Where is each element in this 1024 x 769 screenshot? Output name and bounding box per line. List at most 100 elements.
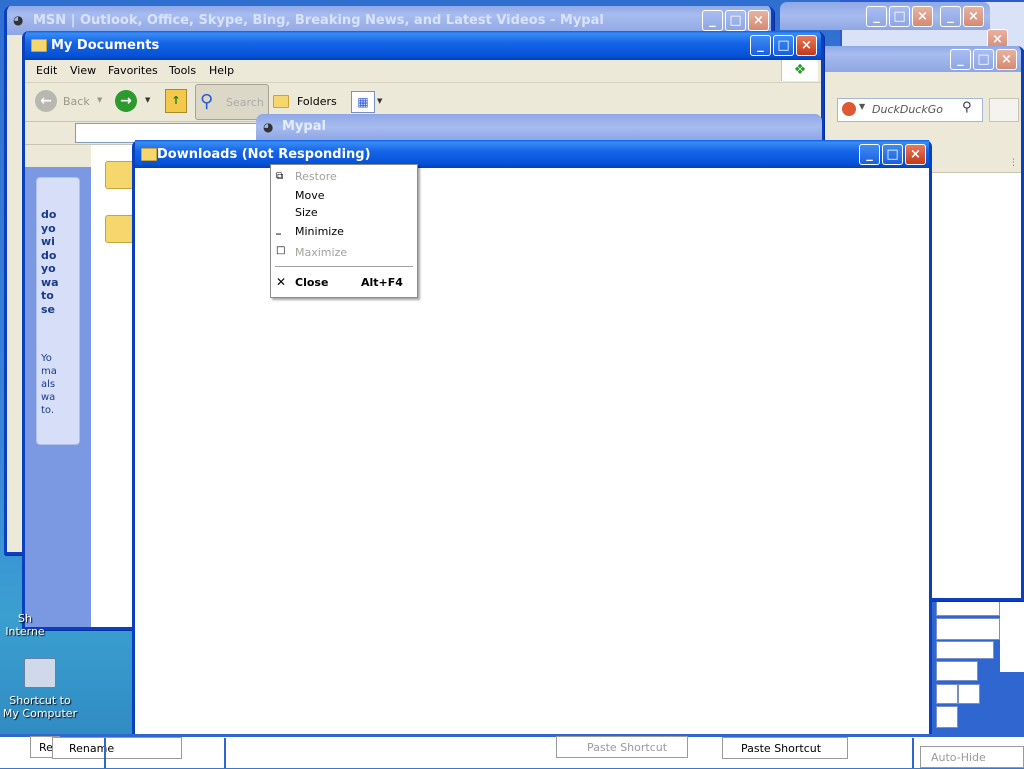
menu-help[interactable]: Help xyxy=(209,64,234,77)
views-button[interactable]: ▦ xyxy=(351,91,375,113)
folders-button[interactable]: Folders xyxy=(273,90,343,114)
minimize-icon: _ xyxy=(757,38,764,53)
task-pane-line: to xyxy=(41,289,54,302)
task-pane-line: do xyxy=(41,208,57,221)
ghost-button-paste2[interactable]: Paste Shortcut xyxy=(722,737,848,759)
task-pane-line: Yo xyxy=(41,353,52,364)
desktop-icon-label: Shortcut to My Computer xyxy=(2,694,78,720)
mypal-titlebar[interactable]: ◕ Mypal xyxy=(256,114,822,140)
close-icon: × xyxy=(968,9,979,24)
search-label: Search xyxy=(226,96,264,109)
ghost-cell xyxy=(936,684,958,704)
menu-item-maximize[interactable]: Maximize xyxy=(295,246,347,259)
maximize-icon: □ xyxy=(886,147,899,162)
search-engine-dropdown-icon[interactable]: ▼ xyxy=(859,102,865,111)
mypal-title: Mypal xyxy=(282,119,326,134)
desktop-icon-internet[interactable]: Sh Interne xyxy=(0,612,50,638)
ghost-maximize-button[interactable]: □ xyxy=(889,6,910,27)
raccoon-icon: ◕ xyxy=(13,13,24,27)
maximize-icon: □ xyxy=(893,9,906,24)
views-dropdown-icon[interactable]: ▼ xyxy=(377,97,382,105)
menu-view[interactable]: View xyxy=(70,64,96,77)
ghost-paste1-label: Paste Shortcut xyxy=(587,741,668,754)
menu-tools[interactable]: Tools xyxy=(169,64,196,77)
ghost2-minimize-button[interactable]: _ xyxy=(940,6,961,27)
task-pane-line: wa xyxy=(41,275,59,289)
mydocuments-titlebar[interactable]: My Documents xyxy=(25,31,821,60)
minimize-icon: _ xyxy=(957,52,964,67)
raccoon-icon: ◕ xyxy=(263,120,274,134)
mypal-close-button[interactable]: × xyxy=(996,49,1017,70)
msn-close-button[interactable]: × xyxy=(748,10,769,31)
magnifier-icon[interactable]: ⚲ xyxy=(962,100,972,115)
forward-button[interactable]: → xyxy=(115,90,137,112)
task-pane-line: wi xyxy=(41,235,55,248)
menu-item-restore[interactable]: Restore xyxy=(295,170,337,183)
mydocs-menubar: Edit View Favorites Tools Help ❖ xyxy=(25,60,821,83)
close-icon: × xyxy=(801,38,812,53)
mypal-minimize-button[interactable]: _ xyxy=(950,49,971,70)
ghost-rename-label: Rename xyxy=(69,742,115,755)
msn-minimize-button[interactable]: _ xyxy=(702,10,723,31)
mypal-maximize-button[interactable]: □ xyxy=(973,49,994,70)
ghost-button-rename[interactable]: Rename xyxy=(52,737,182,759)
task-pane-line: do xyxy=(41,248,57,262)
ghost-frame xyxy=(104,738,106,768)
close-icon: × xyxy=(917,9,928,24)
system-menu: ⧉ Restore Move Size _ Minimize □ Maximiz… xyxy=(270,164,418,298)
menu-separator xyxy=(275,266,413,267)
menu-item-size[interactable]: Size xyxy=(295,206,318,219)
desktop-icon-label: Interne xyxy=(5,625,45,638)
ghost2-close-button[interactable]: × xyxy=(963,6,984,27)
menu-item-move[interactable]: Move xyxy=(295,189,325,202)
downloads-window: Downloads (Not Responding) _ □ × xyxy=(132,140,932,738)
menu-edit[interactable]: Edit xyxy=(36,64,57,77)
forward-dropdown-icon[interactable]: ▼ xyxy=(145,96,150,104)
mydocs-close-button[interactable]: × xyxy=(796,35,817,56)
back-label: Back xyxy=(63,95,90,108)
search-icon: ⚲ xyxy=(200,91,214,112)
ghost-autohide-label: Auto-Hide xyxy=(931,751,986,764)
minimize-icon: _ xyxy=(866,147,873,162)
downloads-close-button[interactable]: × xyxy=(905,144,926,165)
task-pane-text-b: Yo ma als wa to. xyxy=(41,352,57,417)
close-icon: × xyxy=(1001,52,1012,67)
ghost-minimize-button[interactable]: _ xyxy=(866,6,887,27)
ghost-button-autohide[interactable]: Auto-Hide xyxy=(920,746,1024,768)
ghost-cell xyxy=(936,641,994,659)
ghost-re-label: Re xyxy=(39,741,53,754)
folders-label: Folders xyxy=(297,95,337,108)
downloads-maximize-button[interactable]: □ xyxy=(882,144,903,165)
mydocuments-title: My Documents xyxy=(51,38,160,53)
close-icon: × xyxy=(910,147,921,162)
menu-favorites[interactable]: Favorites xyxy=(108,64,158,77)
search-box[interactable]: ▼ DuckDuckGo ⚲ xyxy=(837,98,983,122)
mydocs-minimize-button[interactable]: _ xyxy=(750,35,771,56)
nav-button-right[interactable] xyxy=(989,98,1019,122)
menu-item-close-shortcut: Alt+F4 xyxy=(361,276,403,289)
ghost-close-button[interactable]: × xyxy=(912,6,933,27)
close-icon: ✕ xyxy=(276,275,287,289)
resize-grip-icon[interactable]: ⋮⋮ xyxy=(1009,158,1021,168)
menu-item-close[interactable]: Close xyxy=(295,276,328,289)
ghost-cell xyxy=(958,684,980,704)
task-pane-line: to. xyxy=(41,405,55,416)
ghost-frame xyxy=(224,738,226,768)
ghost-button-paste1[interactable]: Paste Shortcut xyxy=(556,736,688,758)
computer-icon xyxy=(24,658,56,688)
up-folder-button[interactable]: ↑ xyxy=(165,89,187,113)
restore-icon: ⧉ xyxy=(276,171,284,182)
menu-item-minimize[interactable]: Minimize xyxy=(295,225,344,238)
downloads-minimize-button[interactable]: _ xyxy=(859,144,880,165)
folders-icon xyxy=(273,95,289,108)
back-dropdown-icon[interactable]: ▼ xyxy=(97,96,102,104)
task-pane-line: wa xyxy=(41,392,56,403)
maximize-icon: □ xyxy=(276,245,286,256)
folder-icon xyxy=(31,39,47,52)
search-input[interactable]: DuckDuckGo xyxy=(872,103,943,116)
back-button[interactable]: ← Back xyxy=(35,90,99,114)
folder-icon xyxy=(141,148,157,161)
downloads-titlebar[interactable]: Downloads (Not Responding) xyxy=(135,140,929,168)
mydocs-maximize-button[interactable]: □ xyxy=(773,35,794,56)
msn-maximize-button[interactable]: □ xyxy=(725,10,746,31)
